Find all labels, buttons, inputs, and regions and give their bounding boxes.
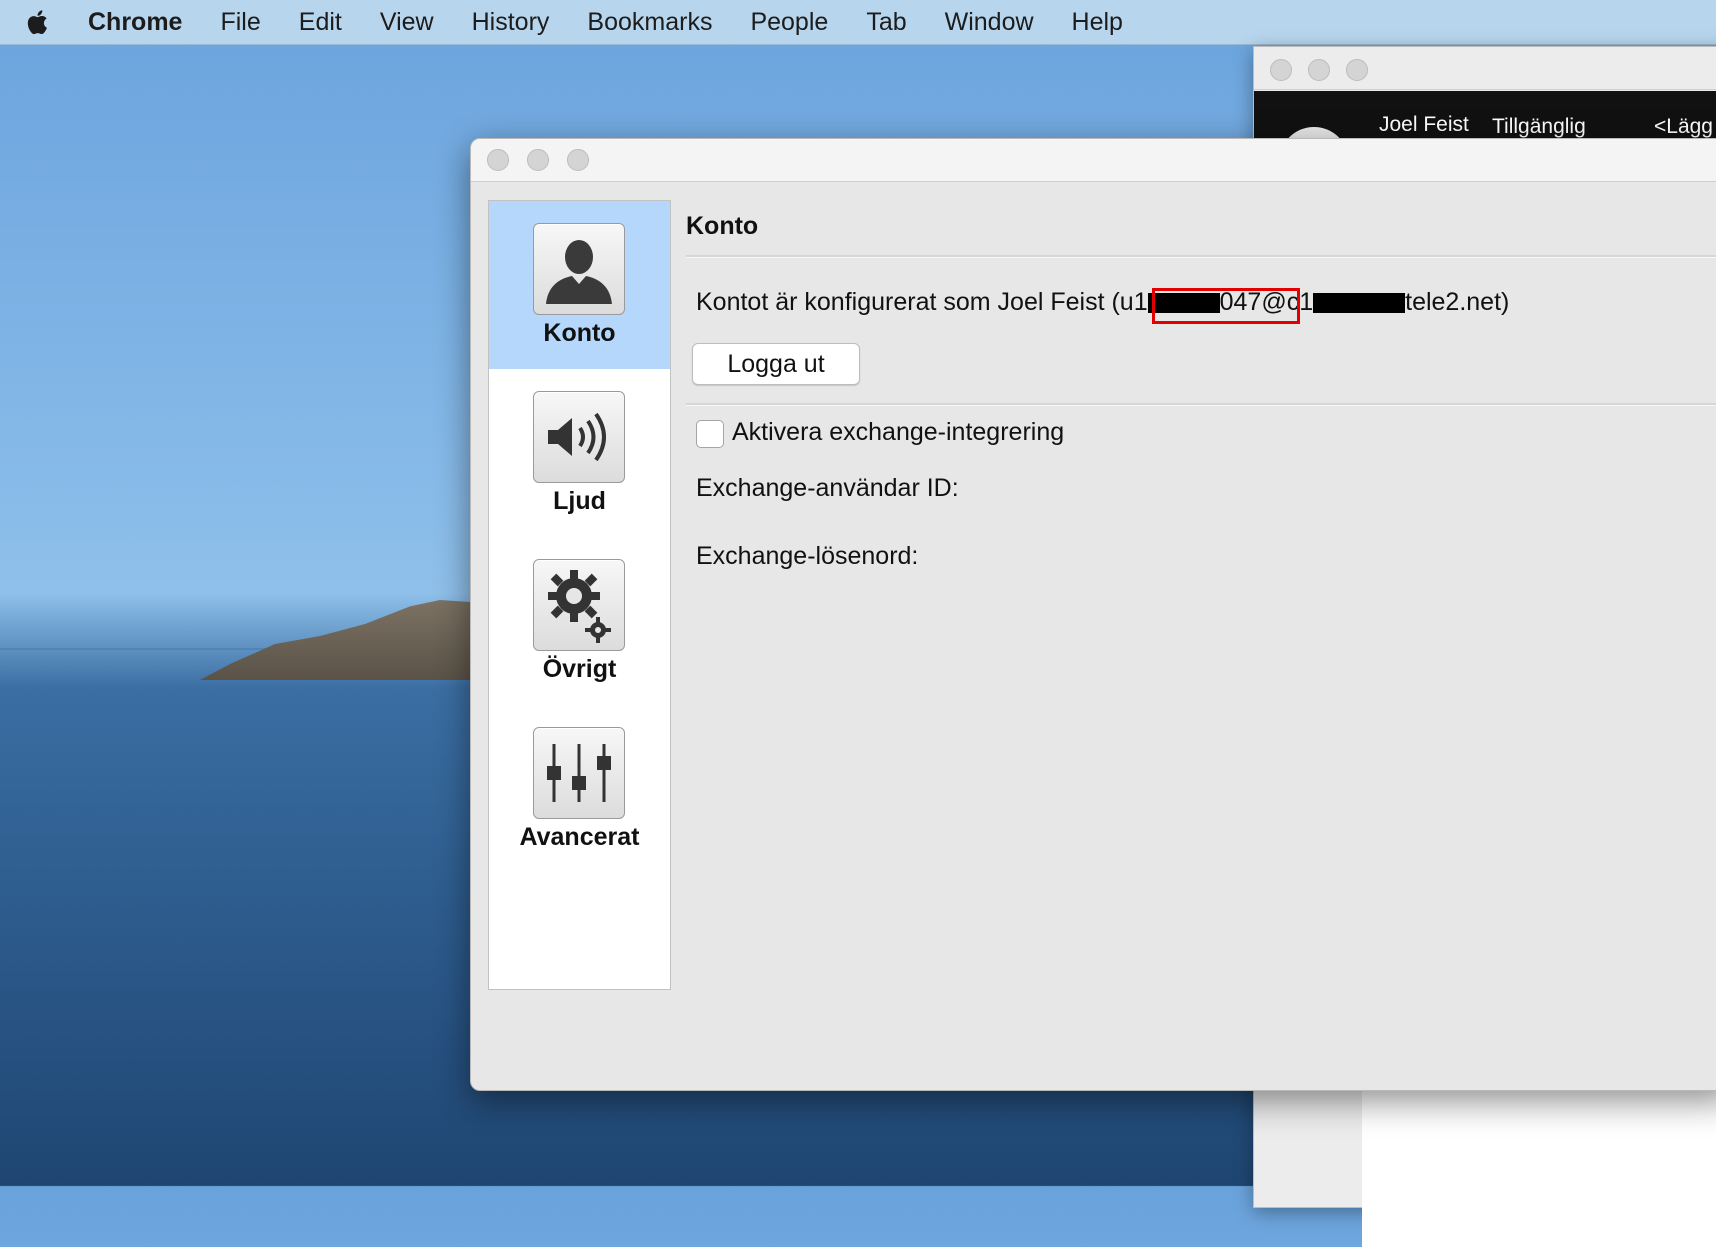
account-info: Kontot är konfigurerat som Joel Feist (u… [696, 288, 1509, 317]
preferences-window: Konto Ljud Övrigt Avancerat Konto Kontot… [470, 138, 1716, 1091]
contact-name: Joel Feist [1379, 113, 1469, 136]
add-link[interactable]: <Lägg [1654, 115, 1713, 139]
contact-status[interactable]: Tillgänglig [1492, 115, 1586, 139]
sliders-icon [533, 727, 625, 819]
sidebar-item-konto[interactable]: Konto [489, 201, 670, 369]
red-highlight-box [1152, 288, 1300, 324]
speaker-icon [533, 391, 625, 483]
account-host-end: tele2.net) [1405, 288, 1510, 316]
zoom-button[interactable] [567, 149, 589, 171]
menu-tab[interactable]: Tab [866, 8, 906, 37]
logout-button[interactable]: Logga ut [692, 343, 860, 385]
menu-help[interactable]: Help [1072, 8, 1123, 37]
menu-file[interactable]: File [220, 8, 260, 37]
menu-view[interactable]: View [380, 8, 434, 37]
divider [686, 255, 1716, 258]
section-title: Konto [686, 212, 759, 240]
menu-edit[interactable]: Edit [299, 8, 342, 37]
menu-window[interactable]: Window [945, 8, 1034, 37]
window-titlebar[interactable] [471, 139, 1716, 182]
exchange-password-label: Exchange-lösenord: [696, 542, 919, 570]
sidebar-item-ljud[interactable]: Ljud [489, 369, 670, 537]
menu-bookmarks[interactable]: Bookmarks [587, 8, 712, 37]
sidebar-item-ovrigt[interactable]: Övrigt [489, 537, 670, 705]
account-prefix: Kontot är konfigurerat som Joel Feist ( [696, 288, 1120, 316]
close-button[interactable] [487, 149, 509, 171]
minimize-button[interactable] [1308, 59, 1330, 81]
menu-people[interactable]: People [750, 8, 828, 37]
close-button[interactable] [1270, 59, 1292, 81]
zoom-button[interactable] [1346, 59, 1368, 81]
divider [686, 403, 1716, 406]
preferences-sidebar: Konto Ljud Övrigt Avancerat [488, 200, 671, 990]
sidebar-item-label: Konto [543, 319, 616, 347]
exchange-user-label: Exchange-användar ID: [696, 474, 959, 502]
sidebar-item-label: Avancerat [519, 823, 640, 851]
redacted-block [1313, 293, 1406, 314]
gear-icon [533, 559, 625, 651]
menu-app-chrome[interactable]: Chrome [88, 8, 182, 37]
background-window-titlebar[interactable] [1254, 47, 1716, 90]
apple-icon[interactable] [24, 7, 52, 37]
sidebar-item-label: Övrigt [542, 655, 617, 683]
account-user-start: u1 [1119, 288, 1148, 316]
sidebar-item-avancerat[interactable]: Avancerat [489, 705, 670, 873]
sidebar-item-label: Ljud [553, 487, 606, 515]
user-icon [533, 223, 625, 315]
menu-bar: Chrome File Edit View History Bookmarks … [0, 0, 1716, 45]
exchange-integration-label[interactable]: Aktivera exchange-integrering [732, 418, 1064, 447]
minimize-button[interactable] [527, 149, 549, 171]
menu-history[interactable]: History [472, 8, 550, 37]
exchange-integration-checkbox[interactable] [696, 420, 724, 448]
desktop-island [200, 600, 500, 680]
